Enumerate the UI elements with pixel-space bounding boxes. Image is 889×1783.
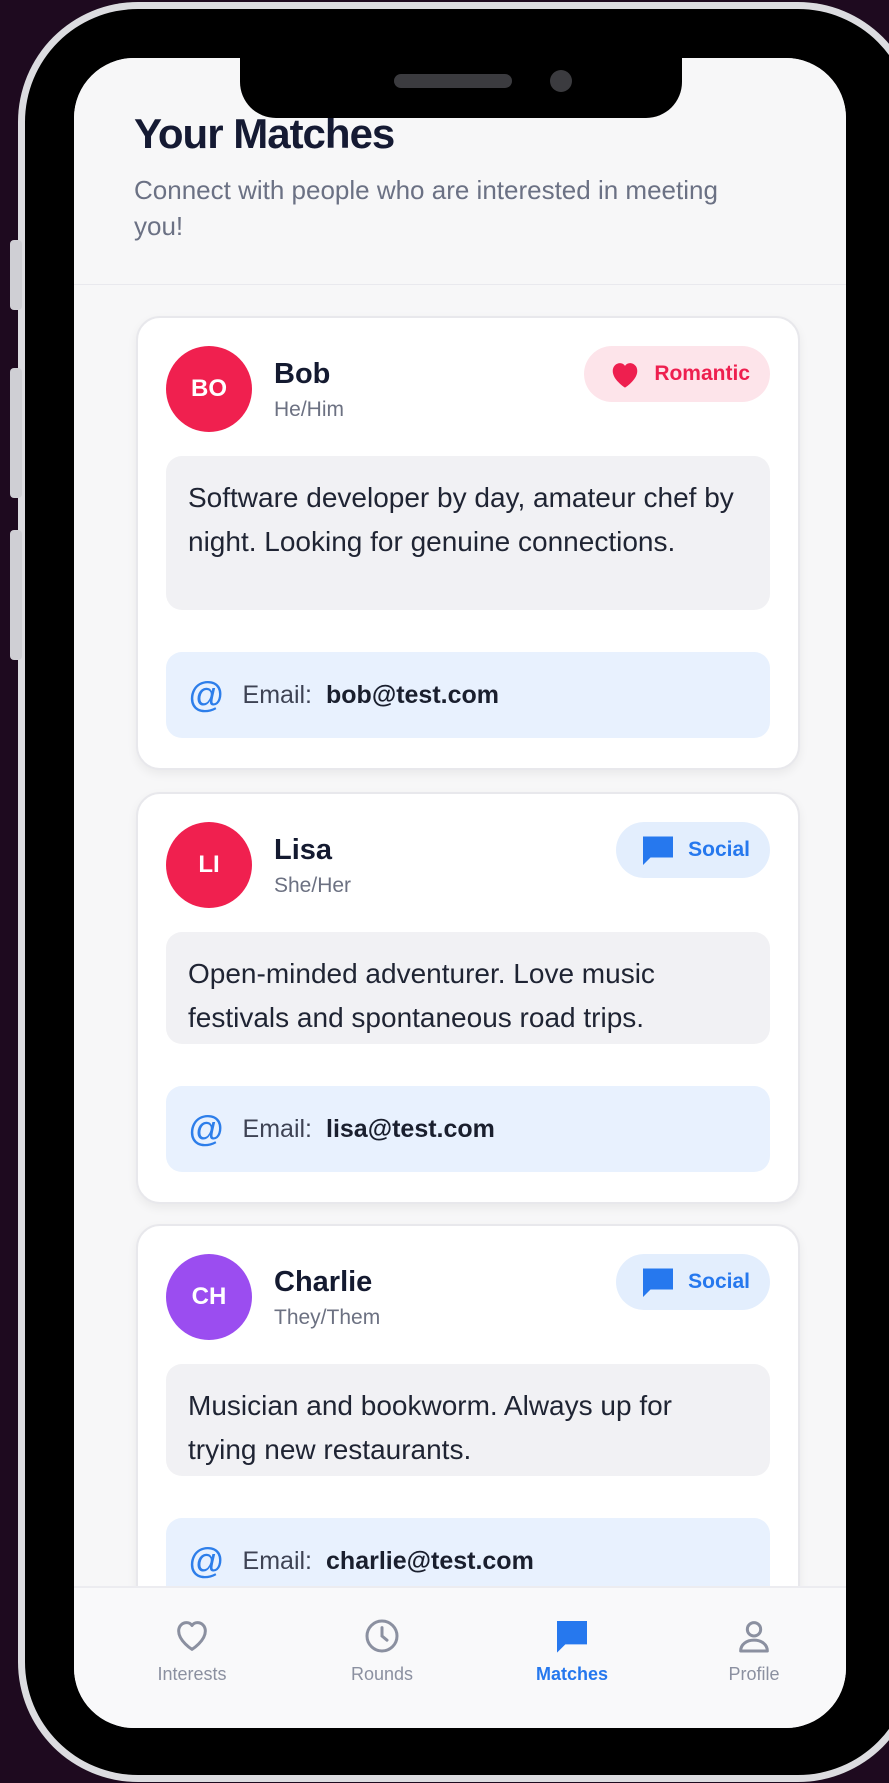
phone-notch: [240, 56, 682, 118]
volume-down-button: [10, 530, 22, 660]
match-card[interactable]: CH Charlie They/Them Social Musician and…: [136, 1224, 800, 1648]
match-type-label: Social: [688, 838, 750, 861]
email-value[interactable]: lisa@test.com: [326, 1115, 495, 1144]
match-type-badge: Social: [616, 1254, 770, 1310]
tab-label: Interests: [157, 1664, 227, 1684]
tab-rounds[interactable]: Rounds: [312, 1614, 452, 1685]
chat-bubble-icon: [643, 1268, 674, 1297]
email-row[interactable]: @ Email: lisa@test.com: [166, 1086, 770, 1172]
email-value[interactable]: charlie@test.com: [326, 1547, 534, 1576]
email-label: Email:: [242, 1114, 313, 1143]
tab-label: Matches: [535, 1664, 609, 1684]
match-type-label: Romantic: [654, 362, 750, 385]
match-card[interactable]: BO Bob He/Him Romantic Software develope…: [136, 316, 800, 770]
match-name: Charlie: [274, 1266, 373, 1298]
avatar: CH: [166, 1254, 252, 1340]
match-type-badge: Social: [616, 822, 770, 878]
avatar: LI: [166, 822, 252, 908]
email-label: Email:: [242, 680, 313, 709]
match-bio: Open-minded adventurer. Love music festi…: [166, 932, 770, 1044]
match-bio: Software developer by day, amateur chef …: [166, 456, 770, 610]
match-pronouns: She/Her: [274, 874, 352, 897]
front-camera: [550, 70, 572, 92]
user-icon: [739, 1621, 769, 1653]
avatar: BO: [166, 346, 252, 432]
heart-icon: [613, 363, 638, 388]
app-screen: Your Matches Connect with people who are…: [74, 58, 846, 1728]
tab-interests[interactable]: Interests: [122, 1614, 262, 1685]
email-row[interactable]: @ Email: bob@test.com: [166, 652, 770, 738]
email-label: Email:: [242, 1546, 313, 1575]
tab-profile[interactable]: Profile: [684, 1614, 824, 1685]
page-subtitle: Connect with people who are interested i…: [134, 175, 718, 241]
match-type-label: Social: [688, 1270, 750, 1293]
email-value[interactable]: bob@test.com: [326, 681, 499, 710]
match-bio: Musician and bookworm. Always up for try…: [166, 1364, 770, 1476]
match-pronouns: They/Them: [274, 1306, 381, 1329]
chat-bubble-icon: [557, 1621, 587, 1653]
volume-up-button: [10, 368, 22, 498]
match-name: Lisa: [274, 834, 333, 866]
clock-icon: [365, 1619, 399, 1653]
mute-switch: [10, 240, 22, 310]
at-icon: @: [188, 1540, 225, 1581]
at-icon: @: [188, 674, 225, 715]
match-type-badge: Romantic: [584, 346, 770, 402]
tab-matches[interactable]: Matches: [502, 1614, 642, 1685]
heart-outline-icon: [177, 1621, 207, 1651]
match-name: Bob: [274, 358, 331, 390]
match-pronouns: He/Him: [274, 398, 345, 421]
at-icon: @: [188, 1108, 225, 1149]
tab-label: Profile: [728, 1664, 780, 1684]
match-card[interactable]: LI Lisa She/Her Social Open-minded adven…: [136, 792, 800, 1204]
speaker-grille: [394, 74, 512, 88]
tab-label: Rounds: [350, 1664, 414, 1684]
chat-bubble-icon: [643, 836, 674, 865]
bottom-tab-bar: Interests Rounds Matches Profile: [74, 1586, 846, 1728]
